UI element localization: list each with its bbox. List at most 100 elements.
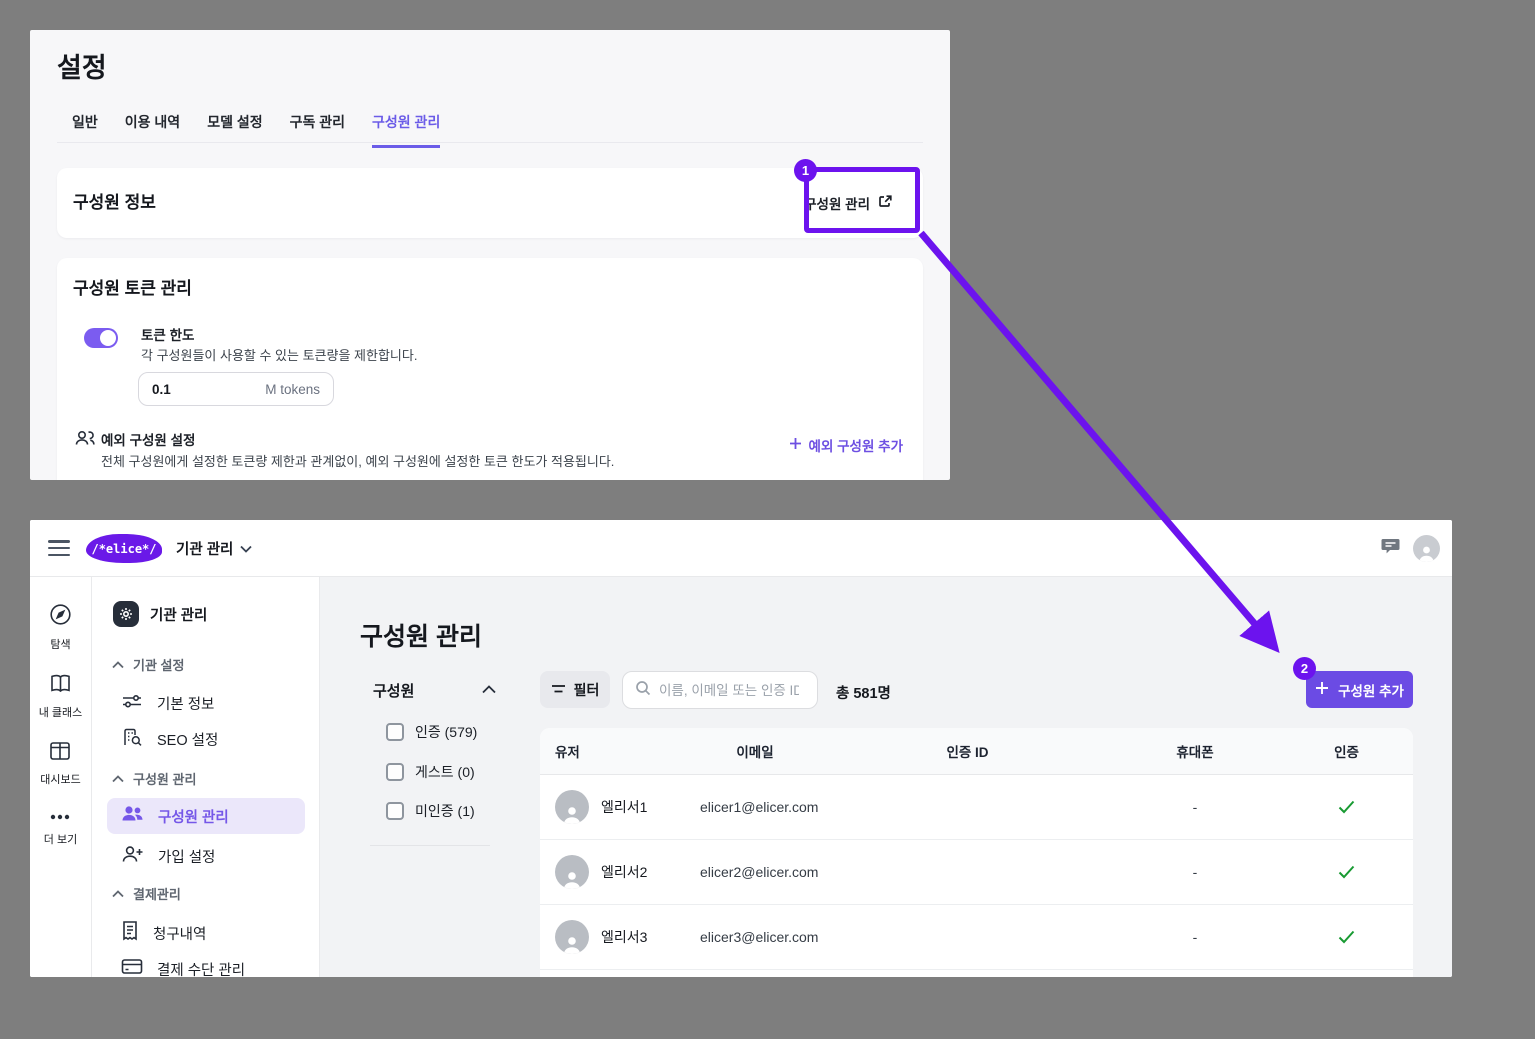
- table-row[interactable]: 엘리서2 elicer2@elicer.com -: [540, 840, 1413, 905]
- token-limit-value: 0.1: [152, 382, 171, 397]
- hamburger-menu-icon[interactable]: [48, 540, 70, 556]
- col-user: 유저: [540, 741, 685, 761]
- sidebar-item-member-management[interactable]: 구성원 관리: [107, 798, 305, 834]
- feedback-chat-icon[interactable]: [1380, 536, 1401, 562]
- token-card-title: 구성원 토큰 관리: [73, 274, 192, 299]
- sidebar-item-payment-methods[interactable]: 결제 수단 관리: [107, 951, 305, 977]
- check-icon: [1338, 930, 1355, 944]
- add-member-button[interactable]: 구성원 추가: [1306, 671, 1413, 708]
- add-exception-member-label: 예외 구성원 추가: [809, 435, 903, 455]
- verified-cell: [1280, 800, 1413, 814]
- seo-site-search-icon: [121, 727, 143, 752]
- people-icon: [121, 805, 144, 827]
- filter-lines-icon: [551, 682, 566, 698]
- member-name: 엘리서1: [601, 797, 647, 817]
- avatar: [555, 790, 589, 824]
- table-row[interactable]: 엘리서3 elicer3@elicer.com -: [540, 905, 1413, 970]
- add-exception-member-button[interactable]: 예외 구성원 추가: [789, 435, 903, 455]
- sidebar-root-org-management[interactable]: 기관 관리: [113, 601, 207, 627]
- icon-rail: 탐색 내 클래스 대시보드: [30, 577, 92, 977]
- sidebar-item-payment-methods-label: 결제 수단 관리: [157, 959, 245, 978]
- rail-item-dashboard[interactable]: 대시보드: [40, 741, 80, 787]
- sidebar-item-basic-info-label: 기본 정보: [157, 693, 214, 714]
- member-manage-label: 구성원 관리: [804, 193, 870, 213]
- token-limit-unit: M tokens: [265, 382, 320, 397]
- filter-button[interactable]: 필터: [540, 671, 610, 708]
- token-limit-description: 각 구성원들이 사용할 수 있는 토큰량을 제한합니다.: [141, 345, 417, 364]
- more-dots-icon: [49, 808, 71, 826]
- checkbox-verified[interactable]: [386, 723, 404, 741]
- section-member-management[interactable]: 구성원 관리: [112, 769, 196, 788]
- main-content: 구성원 관리 구성원 인증 (579) 게스트 (0) 미인증 (1): [320, 577, 1452, 977]
- section-billing[interactable]: 결제관리: [112, 884, 181, 903]
- token-limit-input[interactable]: 0.1 M tokens: [138, 372, 334, 406]
- topbar-right: [1380, 520, 1440, 577]
- book-icon: [49, 673, 72, 699]
- checkbox-guest[interactable]: [386, 763, 404, 781]
- avatar: [555, 855, 589, 889]
- rail-item-more[interactable]: 더 보기: [44, 808, 77, 847]
- gear-icon: [113, 601, 139, 627]
- sidebar-item-signup-settings[interactable]: 가입 설정: [107, 838, 305, 874]
- col-auth-id: 인증 ID: [825, 741, 1110, 761]
- token-limit-toggle[interactable]: [84, 328, 118, 348]
- search-box[interactable]: [622, 671, 818, 709]
- screenshot-canvas: 설정 일반 이용 내역 모델 설정 구독 관리 구성원 관리 구성원 정보 구성…: [0, 0, 1535, 1039]
- section-member-management-label: 구성원 관리: [133, 769, 196, 788]
- sidebar-item-seo-settings[interactable]: SEO 설정: [107, 721, 305, 757]
- chevron-down-icon: [240, 541, 252, 556]
- sidebar-nav: 기관 관리 기관 설정 기본 정보: [92, 577, 320, 977]
- org-context-dropdown[interactable]: 기관 관리: [176, 538, 252, 559]
- admin-window: /*elice*/ 기관 관리: [30, 520, 1452, 977]
- main-title: 구성원 관리: [360, 617, 482, 653]
- sidebar-item-invoices-label: 청구내역: [153, 923, 206, 944]
- table-row[interactable]: 엘리서1 elicer1@elicer.com -: [540, 775, 1413, 840]
- token-management-card: 구성원 토큰 관리 토큰 한도 각 구성원들이 사용할 수 있는 토큰량을 제한…: [57, 258, 923, 480]
- section-billing-label: 결제관리: [133, 884, 181, 903]
- member-info-title: 구성원 정보: [73, 168, 156, 238]
- filter-option-guest[interactable]: 게스트 (0): [386, 762, 475, 782]
- checkbox-unverified[interactable]: [386, 802, 404, 820]
- member-phone: -: [1110, 929, 1280, 945]
- page-title: 설정: [57, 46, 107, 85]
- filter-option-verified[interactable]: 인증 (579): [386, 722, 477, 742]
- members-table: 유저 이메일 인증 ID 휴대폰 인증 엘리서1 elice: [540, 728, 1413, 977]
- col-phone: 휴대폰: [1110, 741, 1280, 761]
- elice-logo[interactable]: /*elice*/: [86, 534, 162, 563]
- filter-button-label: 필터: [574, 680, 600, 700]
- rail-item-explore[interactable]: 탐색: [49, 603, 72, 652]
- col-verified: 인증: [1280, 741, 1413, 761]
- search-icon: [635, 680, 651, 701]
- sidebar-item-invoices[interactable]: 청구내역: [107, 915, 305, 951]
- sidebar-item-basic-info[interactable]: 기본 정보: [107, 685, 305, 721]
- sidebar-item-signup-settings-label: 가입 설정: [158, 846, 215, 867]
- chevron-up-icon: [112, 890, 124, 898]
- search-input[interactable]: [659, 683, 799, 698]
- filter-option-unverified[interactable]: 미인증 (1): [386, 801, 475, 821]
- dashboard-icon: [49, 741, 71, 766]
- member-email: elicer3@elicer.com: [685, 929, 825, 945]
- external-link-icon: [878, 194, 893, 212]
- user-avatar[interactable]: [1413, 535, 1440, 562]
- avatar: [555, 920, 589, 954]
- sidebar-item-seo-settings-label: SEO 설정: [157, 729, 218, 750]
- rail-label-explore: 탐색: [50, 636, 70, 652]
- filter-panel-divider: [370, 845, 490, 846]
- check-icon: [1338, 800, 1355, 814]
- col-email: 이메일: [685, 741, 825, 761]
- sidebar-item-member-management-label: 구성원 관리: [158, 806, 229, 827]
- section-org-settings[interactable]: 기관 설정: [112, 655, 184, 674]
- rail-label-my-classes: 내 클래스: [39, 704, 83, 720]
- credit-card-icon: [121, 958, 143, 977]
- person-add-icon: [121, 845, 144, 868]
- elice-logo-text: /*elice*/: [91, 542, 156, 556]
- verified-cell: [1280, 930, 1413, 944]
- rail-item-my-classes[interactable]: 내 클래스: [39, 673, 83, 720]
- member-manage-button[interactable]: 구성원 관리: [790, 185, 907, 221]
- admin-body: 탐색 내 클래스 대시보드: [30, 577, 1452, 977]
- member-email: elicer1@elicer.com: [685, 799, 825, 815]
- settings-window: 설정 일반 이용 내역 모델 설정 구독 관리 구성원 관리 구성원 정보 구성…: [30, 30, 950, 480]
- plus-icon: [1315, 681, 1329, 698]
- member-phone: -: [1110, 799, 1280, 815]
- filter-panel-collapse[interactable]: [482, 681, 496, 699]
